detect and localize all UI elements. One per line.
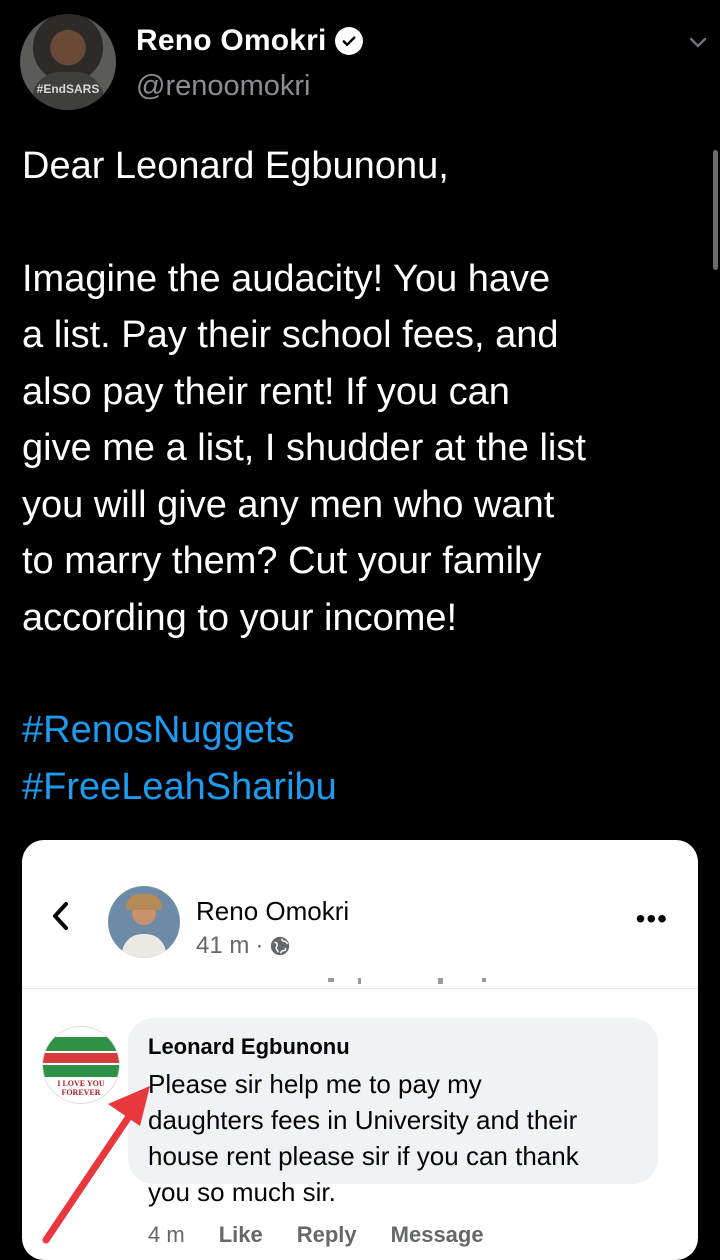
body-line: give me a list, I shudder at the list: [22, 427, 586, 469]
body-line: according to your income!: [22, 596, 458, 639]
user-handle[interactable]: @renoomokri: [136, 70, 311, 103]
chevron-down-icon[interactable]: [686, 30, 710, 54]
tweet-body: Dear Leonard Egbunonu, Imagine the audac…: [22, 138, 692, 815]
tweet-header: #EndSARS Reno Omokri @renoomokri: [20, 14, 710, 114]
body-line: also pay their rent! If you can: [22, 370, 510, 413]
avatar-hat: [126, 894, 162, 910]
post-author-avatar: [108, 886, 180, 958]
body-line: Imagine the audacity! You have: [22, 257, 551, 300]
scrollbar-thumb[interactable]: [713, 150, 718, 270]
meta-separator: ·: [255, 932, 264, 959]
more-options-icon: •••: [635, 903, 668, 934]
body-line: to marry them? Cut your family: [22, 540, 542, 582]
comment-time: 4 m: [148, 1222, 185, 1247]
reply-action: Reply: [296, 1222, 357, 1247]
name-row: Reno Omokri: [136, 24, 363, 58]
display-name[interactable]: Reno Omokri: [136, 24, 327, 58]
avatar-badge-text: #EndSARS: [36, 82, 100, 96]
back-arrow-icon: [53, 902, 68, 930]
comment-line: you so much sir.: [148, 1177, 336, 1207]
embedded-image-card[interactable]: Reno Omokri 41 m · ••• I LOVE YOU FOREVE…: [22, 840, 698, 1260]
comment-actions: 4 m Like Reply Message: [148, 1222, 484, 1248]
red-arrow-annotation: [42, 1086, 150, 1244]
comment-line: daughters fees in University and their: [148, 1105, 578, 1135]
globe-icon: [271, 936, 290, 956]
post-time: 41 m: [196, 932, 250, 959]
comment-line: Please sir help me to pay my: [148, 1069, 482, 1099]
message-action: Message: [390, 1222, 484, 1247]
post-author-name: Reno Omokri: [196, 896, 350, 926]
body-line: a list. Pay their school fees, and: [22, 314, 559, 356]
avatar-graphic: [43, 1037, 119, 1051]
avatar-shirt: [122, 934, 166, 958]
divider: [22, 988, 698, 989]
cropped-text-fragment: [328, 978, 486, 984]
comment-bubble: Leonard Egbunonu Please sir help me to p…: [128, 1018, 658, 1207]
verified-badge-icon: [334, 27, 363, 55]
hashtag-link[interactable]: #FreeLeahSharibu: [22, 759, 692, 816]
like-action: Like: [218, 1222, 263, 1247]
body-line: you will give any men who want: [22, 483, 555, 526]
hashtag-link[interactable]: #RenosNuggets: [22, 702, 692, 759]
comment-text: Please sir help me to pay my daughters f…: [148, 1066, 648, 1210]
commenter-name: Leonard Egbunonu: [148, 1034, 350, 1059]
post-meta: 41 m ·: [196, 932, 291, 960]
comment-line: house rent please sir if you can thank: [148, 1141, 579, 1171]
greeting-line: Dear Leonard Egbunonu,: [22, 145, 449, 187]
profile-avatar[interactable]: #EndSARS: [20, 14, 116, 110]
